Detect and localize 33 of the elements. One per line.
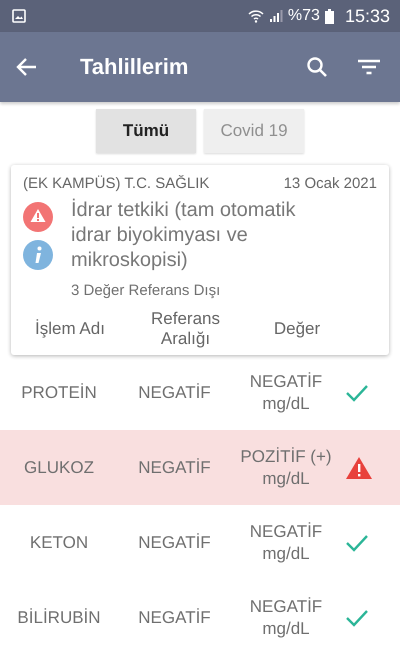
table-cell-text: KETON [28,532,90,554]
institution-name: (EK KAMPÜS) T.C. SAĞLIK [23,175,210,192]
battery-level: %73 [288,7,320,25]
filter-tab[interactable]: Tümü [96,109,196,153]
signal-icon [268,9,283,23]
filter-icon [358,59,380,75]
warning-icon [23,202,53,232]
battery-icon [324,8,334,24]
table-cell-text: POZİTİF (+) mg/dL [239,446,333,490]
column-header: İşlem Adı [34,319,106,339]
table-cell-text: NEGATİF [137,532,212,554]
result-card[interactable]: (EK KAMPÜS) T.C. SAĞLIK 13 Ocak 2021 İdrar tetkiki (tam otomatik idrar biyokimyası ve mikroskopisi) 3 Değer Referans Dışı İşlem Adı Referans Aralığı Değer [11,165,389,355]
table-cell-text: NEGATİF mg/dL [248,596,324,640]
table-cell-text: NEGATİF [137,382,212,404]
image-icon [12,9,26,23]
table-cell-text: BİLİRUBİN [16,606,102,628]
search-icon [306,56,328,78]
table-cell-text: NEGATİF mg/dL [248,370,324,414]
table-cell-text: NEGATİF mg/dL [248,520,324,564]
table-cell-text: NEGATİF [137,456,212,478]
info-icon [23,240,53,270]
table-cell-text: GLUKOZ [23,456,95,478]
test-title: İdrar tetkiki (tam otomatik idrar biyokimyası ve mikroskopisi) [71,198,297,273]
clock: 15:33 [344,6,390,26]
out-of-range-summary: 3 Değer Referans Dışı [71,282,222,299]
wifi-icon [248,9,264,23]
table-cell-text: NEGATİF [137,606,212,628]
back-arrow-icon [16,57,38,77]
column-header: Referans Aralığı [150,309,221,349]
table-cell-text: PROTEİN [20,382,98,404]
screen-title: Tahlillerim [80,54,190,80]
column-header: Değer [272,319,322,339]
result-date: 13 Ocak 2021 [284,175,377,192]
